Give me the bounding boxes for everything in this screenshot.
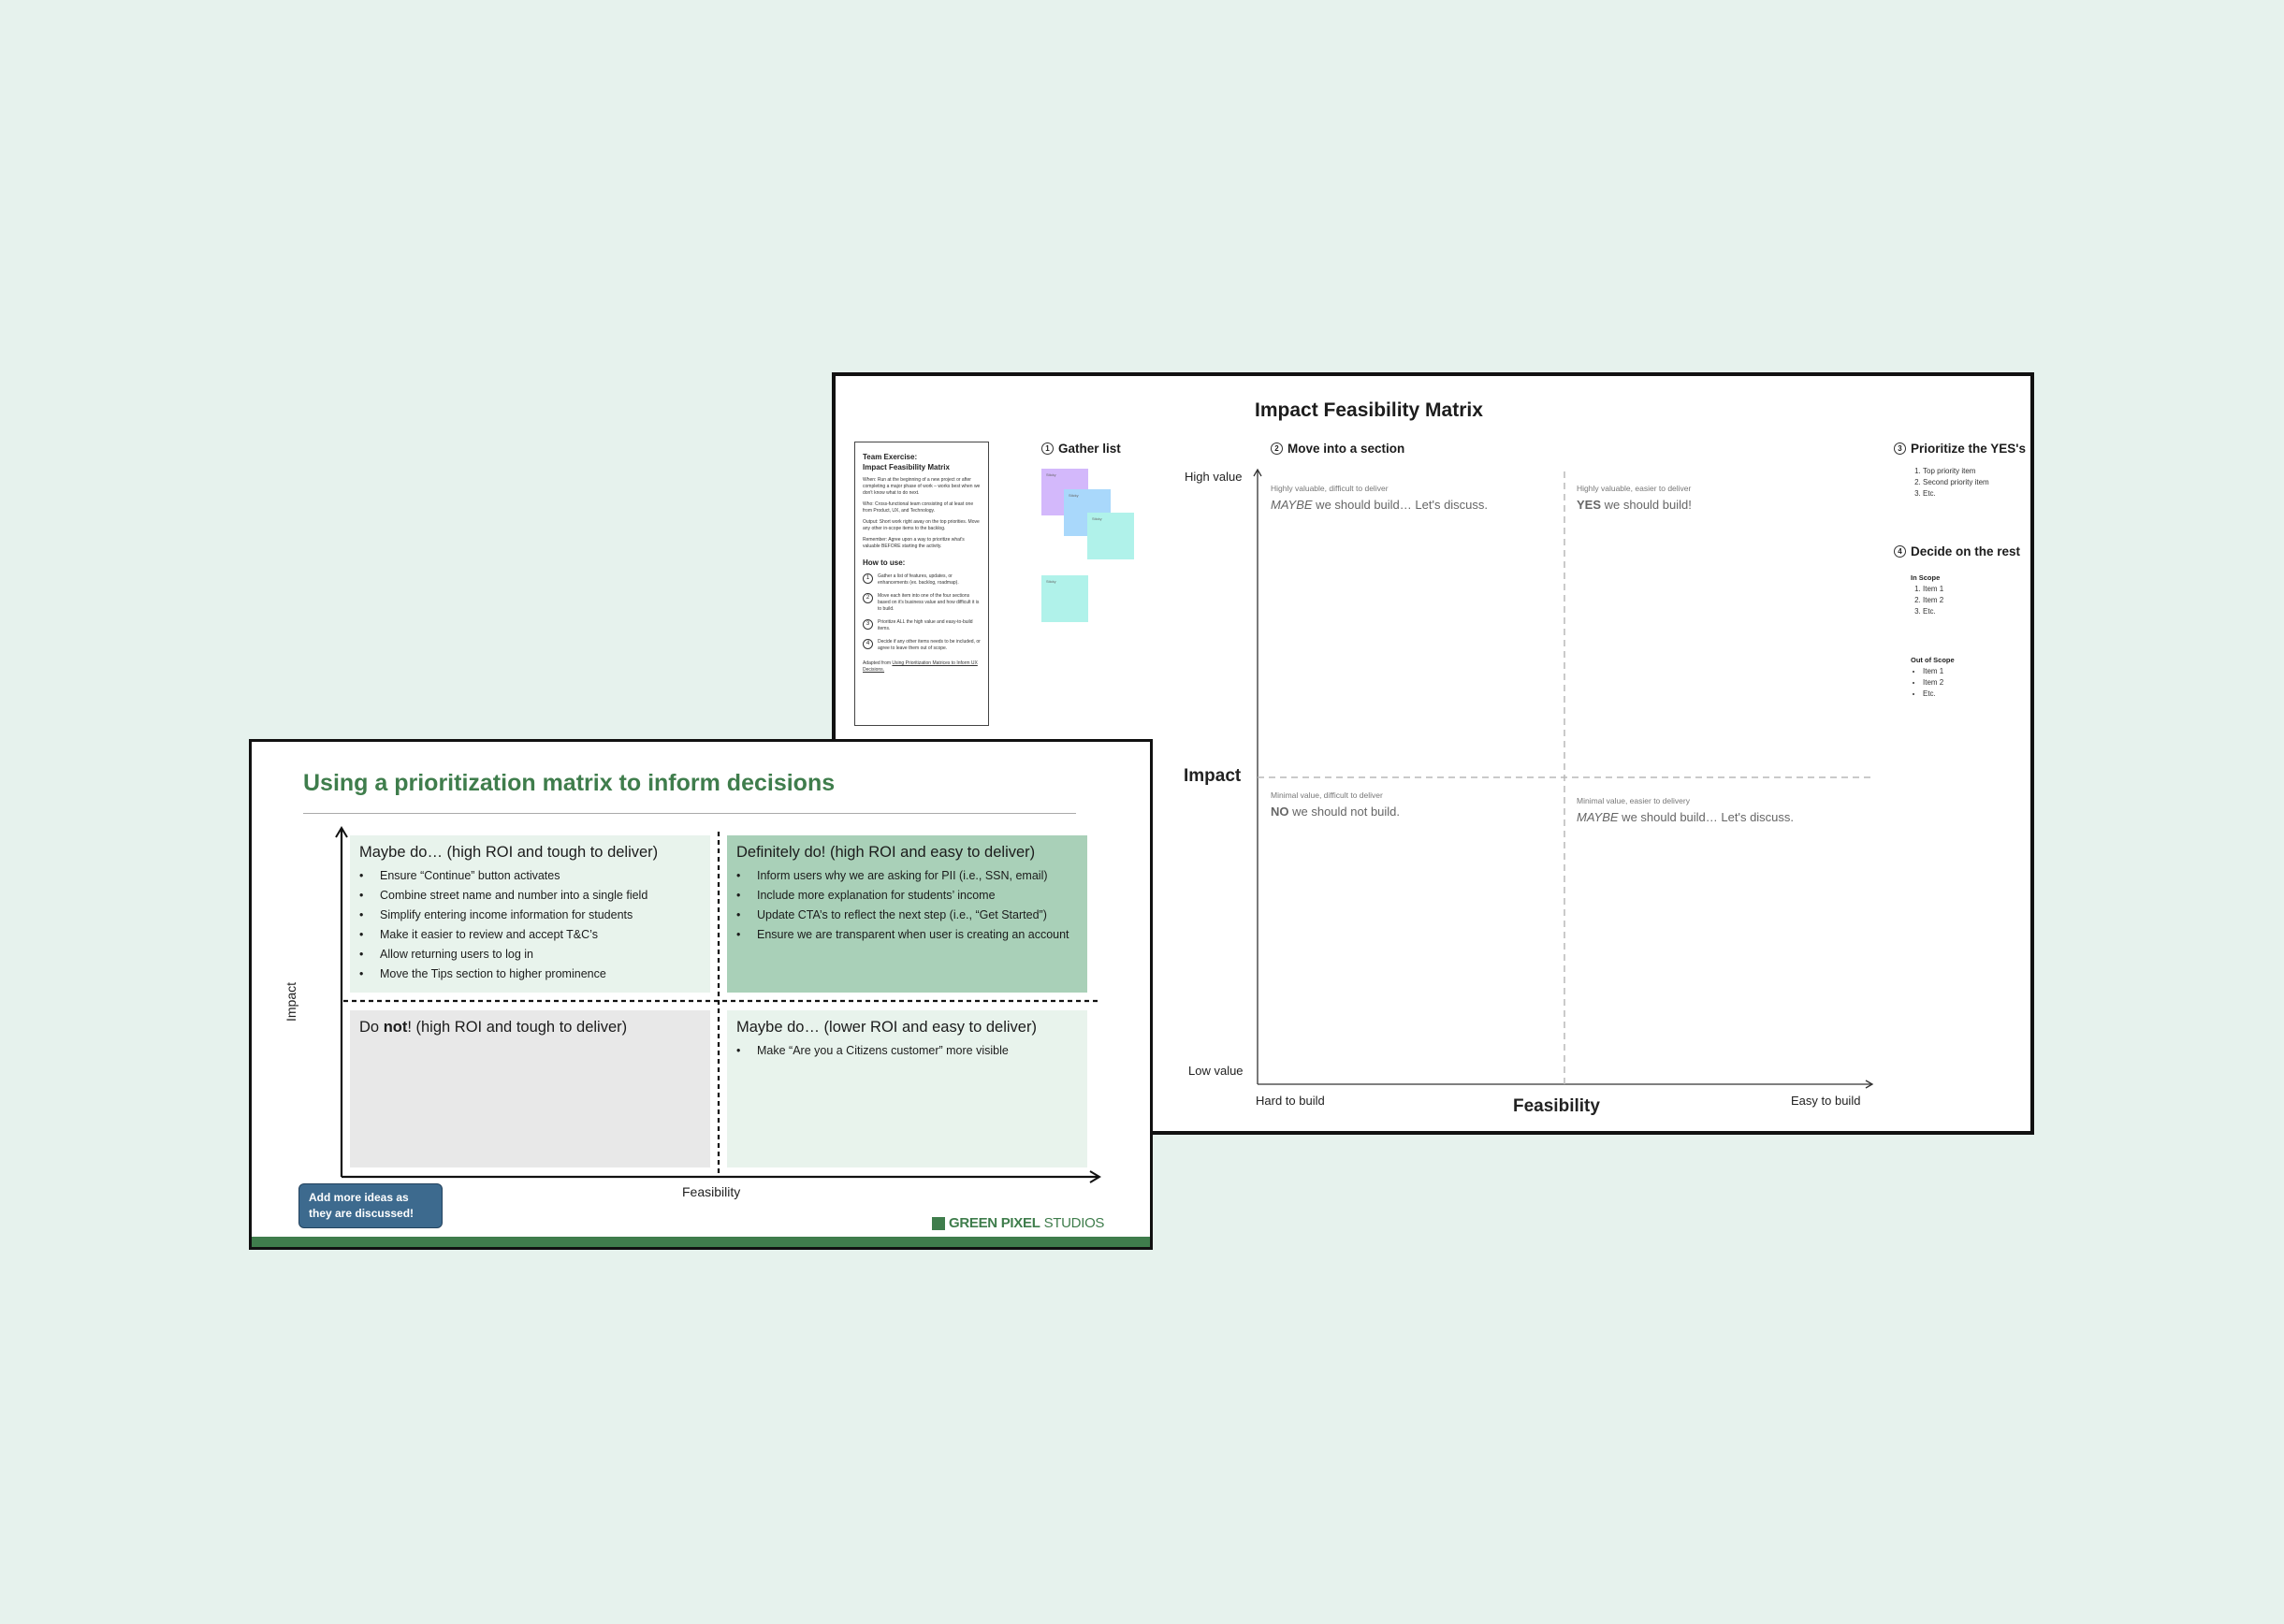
low-value-label: Low value — [1188, 1064, 1244, 1078]
out-of-scope-title: Out of Scope — [1911, 656, 1955, 664]
impact-axis-title: Impact — [1184, 766, 1242, 786]
in-scope-title: In Scope — [1911, 573, 1941, 582]
feasibility-axis-label: Feasibility — [682, 1184, 741, 1199]
step-decide-heading: 4 Decide on the rest — [1894, 544, 2020, 558]
footer-bar — [252, 1237, 1150, 1247]
company-logo: GREEN PIXEL STUDIOS — [932, 1215, 1104, 1231]
quadrant-bottom-right: Minimal value, easier to delivery MAYBE … — [1577, 796, 1795, 824]
list-item: Item 2 — [1923, 595, 1943, 606]
in-scope-list: Item 1 Item 2 Etc. — [1906, 584, 1943, 617]
feasibility-axis-title: Feasibility — [1513, 1096, 1600, 1116]
quadrant-top-right: Highly valuable, easier to deliver YES w… — [1577, 484, 1692, 512]
impact-axis-label: Impact — [284, 981, 298, 1022]
slide-axes — [335, 826, 1101, 1183]
step-number-icon: 3 — [1894, 442, 1906, 455]
step-prioritize-heading: 3 Prioritize the YES's — [1894, 442, 2026, 456]
hard-to-build-label: Hard to build — [1256, 1094, 1325, 1108]
list-item: Item 2 — [1923, 677, 1943, 689]
out-of-scope-list: Item 1 Item 2 Etc. — [1906, 666, 1943, 700]
add-ideas-note[interactable]: Add more ideas as they are discussed! — [298, 1183, 443, 1228]
list-item: Etc. — [1923, 689, 1943, 700]
list-item: Etc. — [1923, 488, 1989, 500]
priority-list: Top priority item Second priority item E… — [1906, 466, 1989, 500]
quadrant-top-left: Highly valuable, difficult to deliver MA… — [1271, 484, 1489, 512]
list-item: Etc. — [1923, 606, 1943, 617]
easy-to-build-label: Easy to build — [1791, 1094, 1861, 1108]
list-item: Item 1 — [1923, 666, 1943, 677]
prioritization-slide: Using a prioritization matrix to inform … — [249, 739, 1153, 1250]
list-item: Item 1 — [1923, 584, 1943, 595]
quadrant-bottom-left: Minimal value, difficult to deliver NO w… — [1271, 790, 1401, 819]
logo-mark-icon — [932, 1216, 945, 1230]
list-item: Top priority item — [1923, 466, 1989, 477]
list-item: Second priority item — [1923, 477, 1989, 488]
step-number-icon: 4 — [1894, 545, 1906, 558]
high-value-label: High value — [1185, 470, 1243, 484]
